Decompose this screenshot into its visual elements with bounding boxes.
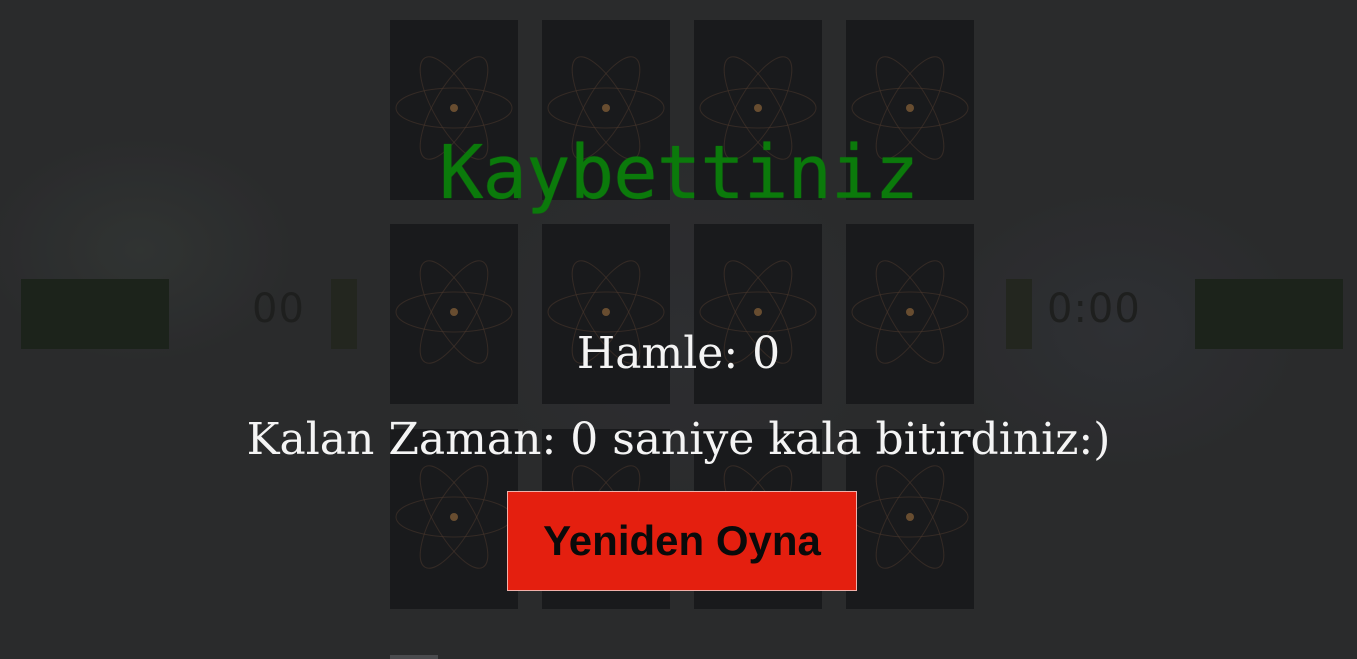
replay-button[interactable]: Yeniden Oyna — [507, 491, 857, 591]
bottom-handle — [390, 655, 438, 659]
moves-text: Hamle: 0 — [576, 328, 781, 379]
result-title: Kaybettiniz — [438, 130, 919, 216]
remaining-time-text: Kalan Zaman: 0 saniye kala bitirdiniz:) — [246, 414, 1111, 465]
